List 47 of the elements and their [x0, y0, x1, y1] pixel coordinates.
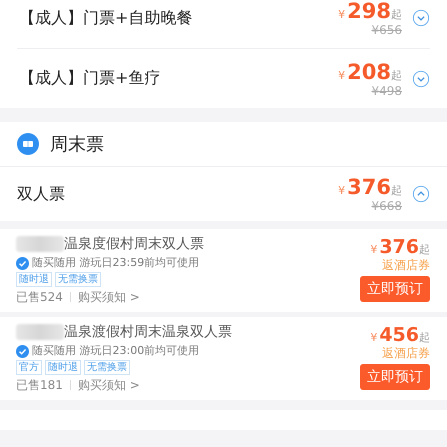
price-suffix: 起 — [391, 183, 402, 198]
book-button[interactable]: 立即预订 — [360, 276, 430, 302]
package-name: 【成人】门票+鱼疗 — [19, 68, 162, 89]
ticket-icon — [17, 133, 39, 155]
check-icon — [16, 256, 29, 270]
price-suffix: 起 — [391, 7, 402, 22]
hotel-voucher-note: 返酒店券 — [382, 258, 430, 273]
book-button[interactable]: 立即预订 — [360, 364, 430, 390]
expand-icon[interactable] — [412, 70, 430, 88]
currency-sign: ¥ — [370, 243, 378, 256]
offer-title: 温泉度假村周末双人票 — [64, 235, 204, 254]
price-suffix: 起 — [391, 68, 402, 82]
original-price: ¥668 — [371, 199, 402, 213]
price: 456 — [379, 324, 419, 346]
price: 298 — [347, 0, 391, 23]
price: 376 — [379, 236, 419, 258]
sold-count: 已售524 — [16, 289, 63, 306]
price: 208 — [347, 60, 391, 84]
usage-note: 随买随用 游玩日23:59前均可使用 — [32, 255, 200, 271]
tag: 随时退 — [16, 272, 52, 287]
currency-sign: ¥ — [338, 68, 346, 82]
redacted-name — [16, 324, 64, 340]
expand-icon[interactable] — [412, 9, 430, 27]
hotel-voucher-note: 返酒店券 — [382, 346, 430, 361]
check-icon — [16, 344, 29, 358]
tag: 无需换票 — [55, 272, 101, 287]
price-suffix: 起 — [419, 242, 430, 257]
price: 376 — [347, 175, 391, 199]
sold-count: 已售181 — [16, 377, 63, 394]
section-title: 周末票 — [50, 133, 104, 156]
tag: 官方 — [16, 360, 42, 375]
original-price: ¥656 — [371, 23, 402, 37]
currency-sign: ¥ — [338, 184, 346, 197]
currency-sign: ¥ — [370, 331, 378, 344]
purchase-notice-link[interactable]: 购买须知 > — [78, 288, 140, 306]
usage-note: 随买随用 游玩日23:00前均可使用 — [32, 343, 200, 359]
tag: 无需换票 — [84, 360, 130, 375]
price-suffix: 起 — [419, 330, 430, 345]
purchase-notice-link[interactable]: 购买须知 > — [78, 376, 140, 394]
currency-sign: ¥ — [338, 8, 346, 21]
collapse-icon[interactable] — [412, 185, 430, 203]
tag: 随时退 — [45, 360, 81, 375]
offer-title: 温泉渡假村周末温泉双人票 — [64, 323, 232, 342]
redacted-name — [16, 236, 64, 252]
original-price: ¥498 — [371, 84, 402, 98]
ticket-type: 双人票 — [17, 184, 66, 204]
package-name: 【成人】门票+自助晚餐 — [19, 8, 194, 28]
